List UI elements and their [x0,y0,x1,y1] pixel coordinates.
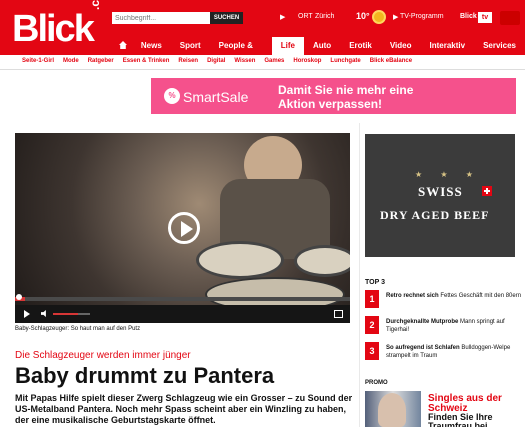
rank-number: 1 [365,290,379,308]
temperature: 10° [356,11,370,21]
search-input[interactable] [112,12,210,24]
nav-item-services[interactable]: Services [474,37,525,55]
video-frame [15,133,350,312]
sub-navigation: Seite-1-Girl Mode Ratgeber Essen & Trink… [0,55,525,70]
top3-item-bold: So aufregend ist Schlafen [386,345,460,351]
top3-item-bold: Retro rechnet sich [386,293,439,299]
swiss-dry-aged-beef-ad[interactable]: ★ ★ ★ SWISS DRY AGED BEEF [365,134,515,257]
tv-arrow-icon[interactable]: ▶ [393,13,398,21]
tv-badge[interactable]: tv [478,12,492,23]
promo-headline[interactable]: Singles aus der Schweiz [428,394,525,414]
top3-item-bold: Durchgeknallte Mutprobe [386,319,459,325]
sub-nav-item-essen-trinken[interactable]: Essen & Trinken [123,58,170,64]
top3-title: TOP 3 [365,279,385,286]
top3-item[interactable]: 1 Retro rechnet sich Fettes Geschäft mit… [365,290,525,316]
promo-subline: Finden Sie Ihre Traumfrau bei [428,412,493,427]
sub-nav-item-mode[interactable]: Mode [63,58,79,64]
nav-item-video[interactable]: Video [381,37,421,55]
video-progress-handle[interactable] [16,294,22,300]
sub-nav-item-wissen[interactable]: Wissen [234,58,255,64]
drum [196,241,284,279]
top3-item[interactable]: 3 So aufregend ist Schlafen Bulldoggen-W… [365,342,525,368]
nav-item-news[interactable]: News [132,37,171,55]
article-lead: Mit Papas Hilfe spielt dieser Zwerg Schl… [15,393,353,425]
logo-word: Blick [12,8,95,50]
video-controls [15,305,350,323]
percent-icon: % [164,88,180,104]
nav-item-sport[interactable]: Sport [171,37,210,55]
weather-sun-icon [372,10,386,24]
sub-nav-item-lunchgate[interactable]: Lunchgate [330,58,360,64]
sub-nav-item-blick-ebalance[interactable]: Blick eBalance [370,58,412,64]
sub-nav-item-games[interactable]: Games [264,58,284,64]
fullscreen-icon[interactable] [334,310,343,318]
location-label: ORT [298,13,313,20]
sub-navigation-list: Seite-1-Girl Mode Ratgeber Essen & Trink… [22,58,421,64]
volume-icon[interactable] [41,310,46,317]
star-icons: ★ ★ ★ [415,170,481,179]
nav-item-people-tv[interactable]: People & TV [210,37,272,68]
promo-title: PROMO [365,380,388,386]
sub-nav-item-reisen[interactable]: Reisen [178,58,198,64]
play-small-icon[interactable] [24,310,30,318]
promo-face [378,393,406,427]
main-navigation: News Sport People & TV Life Auto Erotik … [113,37,525,68]
rank-number: 3 [365,342,379,360]
blick-logo[interactable]: Blick .ch [12,0,102,50]
nav-item-life[interactable]: Life [271,37,304,55]
site-header: Blick .ch SUCHEN ▶ ORT Zürich 10° ▶ TV-P… [0,0,525,68]
drum [294,245,350,277]
sub-nav-item-horoskop[interactable]: Horoskop [293,58,321,64]
swiss-flag-icon [482,186,492,196]
nav-item-interaktiv[interactable]: Interaktiv [421,37,475,55]
top3-item[interactable]: 2 Durchgeknallte Mutprobe Mann springt a… [365,316,525,342]
play-icon[interactable] [168,212,200,244]
home-icon[interactable] [113,37,132,55]
sub-nav-item-ratgeber[interactable]: Ratgeber [88,58,114,64]
volume-slider[interactable] [53,313,90,315]
user-icon[interactable] [500,11,520,25]
location-arrow-icon[interactable]: ▶ [280,13,285,21]
video-caption: Baby-Schlagzeuger: So haut man auf den P… [15,326,141,332]
ad-copy: Damit Sie nie mehr eine Aktion verpassen… [278,83,413,111]
logo-domain: .ch [88,0,102,10]
ad-copy-line-1: Damit Sie nie mehr eine [278,83,414,97]
sub-nav-item-digital[interactable]: Digital [207,58,225,64]
city-selector[interactable]: Zürich [315,13,334,20]
tv-program-link[interactable]: TV-Programm [400,13,444,20]
top3-list: 1 Retro rechnet sich Fettes Geschäft mit… [365,290,525,368]
top3-item-normal: Fettes Geschäft mit den 80ern [438,293,522,299]
article-kicker: Die Schlagzeuger werden immer jünger [15,350,191,361]
top3-item-text: Durchgeknallte Mutprobe Mann springt auf… [386,318,525,334]
blick-tv-label[interactable]: Blick [460,13,477,20]
dry-aged-beef-text: DRY AGED BEEF [380,208,490,222]
top3-item-text: So aufregend ist Schlafen Bulldoggen-Wel… [386,344,525,360]
rank-number: 2 [365,316,379,334]
sub-nav-item-seite-1-girl[interactable]: Seite-1-Girl [22,58,54,64]
search-button[interactable]: SUCHEN [210,12,243,24]
video-player[interactable] [15,133,350,323]
top3-item-text: Retro rechnet sich Fettes Geschäft mit d… [386,292,525,300]
nav-item-auto[interactable]: Auto [304,37,340,55]
swiss-word: SWISS [418,184,463,199]
ad-brand: SmartSale [183,89,249,105]
column-divider [359,123,360,427]
ad-copy-line-2: Aktion verpassen! [278,97,383,111]
nav-item-erotik[interactable]: Erotik [340,37,381,55]
smartsale-ad-banner[interactable]: % SmartSale Damit Sie nie mehr eine Akti… [151,78,516,114]
volume-fill [53,313,78,315]
video-progress-bar[interactable] [15,297,350,301]
article-headline[interactable]: Baby drummt zu Pantera [15,363,274,389]
